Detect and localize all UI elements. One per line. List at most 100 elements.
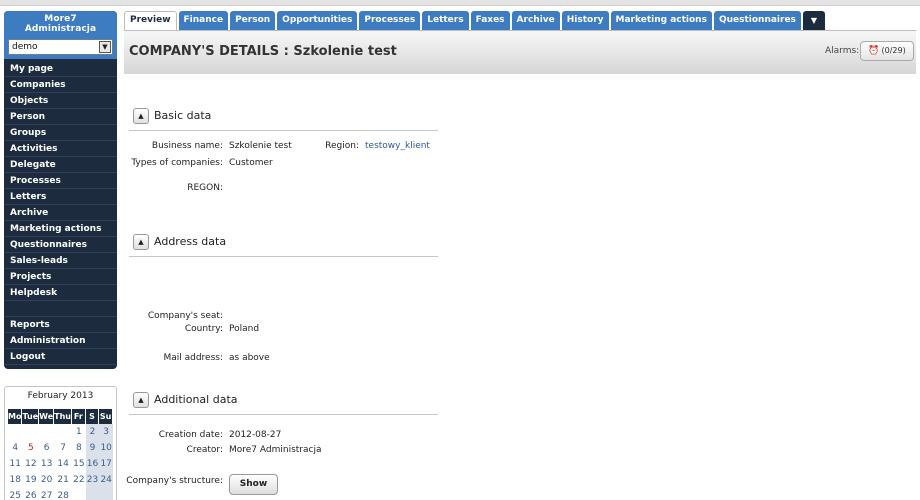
creator-label: Creator: — [186, 445, 223, 455]
alarms-button[interactable]: ⏰ (0/29) — [860, 41, 914, 61]
creator-value: More7 Administracja — [229, 445, 322, 455]
calendar-weekday: Tue — [22, 409, 40, 424]
sidebar-item-administration[interactable]: Administration — [4, 333, 117, 349]
calendar-day[interactable]: 22 — [72, 472, 86, 488]
sidebar-item-reports[interactable]: Reports — [4, 317, 117, 333]
types-of-companies-value: Customer — [229, 158, 273, 168]
calendar-grid: Mo Tue We Thu Fr S Su 1 2 3 4 5 6 7 8 9 … — [8, 409, 113, 500]
additional-data-title: Additional data — [154, 393, 238, 406]
calendar-day[interactable]: 7 — [54, 440, 72, 456]
tab-bar: Preview Finance Person Opportunities Pro… — [124, 11, 827, 31]
calendar-weekday: Su — [99, 409, 113, 424]
region-label: Region: — [325, 141, 359, 151]
tab-faxes[interactable]: Faxes — [470, 11, 510, 30]
address-data-title: Address data — [154, 235, 227, 248]
calendar-day[interactable]: 27 — [39, 488, 54, 500]
calendar-weekday: S — [85, 409, 100, 424]
calendar: February 2013 Mo Tue We Thu Fr S Su 1 2 … — [4, 386, 117, 500]
sidebar-title: More7 Administracja — [24, 14, 97, 34]
mail-address-value: as above — [229, 353, 270, 363]
alarms-count: (0/29) — [881, 46, 906, 55]
calendar-day — [39, 424, 54, 440]
region-link[interactable]: testowy_klient — [365, 141, 430, 151]
calendar-day[interactable]: 1 — [72, 424, 86, 440]
calendar-day[interactable]: 2 — [85, 424, 100, 440]
sidebar-item-delegate[interactable]: Delegate — [4, 157, 117, 173]
calendar-day[interactable]: 28 — [54, 488, 72, 500]
calendar-day[interactable]: 11 — [8, 456, 22, 472]
basic-data-title: Basic data — [154, 109, 212, 122]
sidebar-spacer — [4, 301, 117, 317]
calendar-day[interactable]: 26 — [22, 488, 39, 500]
tab-archive[interactable]: Archive — [511, 11, 560, 30]
tab-processes[interactable]: Processes — [359, 11, 421, 30]
sidebar-item-companies[interactable]: Companies — [4, 77, 117, 93]
calendar-day[interactable]: 15 — [72, 456, 86, 472]
sidebar-item-my-page[interactable]: My page — [4, 61, 117, 77]
calendar-day[interactable]: 25 — [8, 488, 22, 500]
calendar-day — [72, 488, 86, 500]
calendar-day[interactable]: 16 — [85, 456, 100, 472]
sidebar-item-groups[interactable]: Groups — [4, 125, 117, 141]
calendar-month-title: February 2013 — [27, 391, 94, 401]
top-strip — [0, 0, 920, 6]
calendar-day — [99, 488, 113, 500]
regon-label: REGON: — [187, 183, 223, 193]
sidebar-item-processes[interactable]: Processes — [4, 173, 117, 189]
calendar-day[interactable]: 21 — [54, 472, 72, 488]
calendar-day — [54, 424, 72, 440]
company-seat-label: Company's seat: — [147, 311, 223, 321]
sidebar: More7 Administracja demo ▼ My page Compa… — [4, 11, 117, 369]
tab-preview[interactable]: Preview — [124, 11, 177, 31]
alarm-clock-icon: ⏰ — [868, 46, 880, 56]
collapse-triangle-icon[interactable]: ▲ — [133, 234, 149, 250]
sidebar-item-objects[interactable]: Objects — [4, 93, 117, 109]
calendar-day[interactable]: 20 — [39, 472, 54, 488]
basic-data-section-header: ▲ Basic data — [129, 105, 438, 131]
calendar-day[interactable]: 13 — [39, 456, 54, 472]
tab-finance[interactable]: Finance — [178, 11, 229, 30]
sidebar-item-letters[interactable]: Letters — [4, 189, 117, 205]
tab-questionnaires[interactable]: Questionnaires — [713, 11, 801, 30]
sidebar-item-activities[interactable]: Activities — [4, 141, 117, 157]
calendar-day-today[interactable]: 5 — [22, 440, 39, 456]
tab-opportunities[interactable]: Opportunities — [277, 11, 358, 30]
sidebar-item-marketing-actions[interactable]: Marketing actions — [4, 221, 117, 237]
business-name-value: Szkolenie test — [229, 141, 292, 151]
calendar-day[interactable]: 4 — [8, 440, 22, 456]
calendar-day[interactable]: 12 — [22, 456, 39, 472]
sidebar-item-logout[interactable]: Logout — [4, 349, 117, 365]
sidebar-item-projects[interactable]: Projects — [4, 269, 117, 285]
calendar-weekday: We — [39, 409, 55, 424]
calendar-day[interactable]: 24 — [99, 472, 113, 488]
calendar-day[interactable]: 9 — [85, 440, 100, 456]
sidebar-item-archive[interactable]: Archive — [4, 205, 117, 221]
creation-date-label: Creation date: — [158, 430, 223, 440]
tabs-more-dropdown-icon[interactable]: ▼ — [802, 11, 826, 30]
calendar-day — [22, 424, 39, 440]
calendar-day[interactable]: 23 — [85, 472, 100, 488]
tab-marketing-actions[interactable]: Marketing actions — [610, 11, 712, 30]
calendar-day[interactable]: 17 — [99, 456, 113, 472]
collapse-triangle-icon[interactable]: ▲ — [133, 108, 149, 124]
calendar-day[interactable]: 8 — [72, 440, 86, 456]
chevron-down-icon[interactable]: ▼ — [99, 41, 111, 53]
calendar-day[interactable]: 19 — [22, 472, 39, 488]
tab-history[interactable]: History — [561, 11, 609, 30]
calendar-day[interactable]: 3 — [99, 424, 113, 440]
country-label: Country: — [184, 324, 223, 334]
calendar-day[interactable]: 14 — [54, 456, 72, 472]
calendar-day[interactable]: 10 — [99, 440, 113, 456]
collapse-triangle-icon[interactable]: ▲ — [133, 392, 149, 408]
profile-select[interactable]: demo ▼ — [8, 39, 113, 55]
sidebar-item-helpdesk[interactable]: Helpdesk — [4, 285, 117, 301]
tab-person[interactable]: Person — [230, 11, 276, 30]
sidebar-item-sales-leads[interactable]: Sales-leads — [4, 253, 117, 269]
show-structure-button[interactable]: Show — [229, 474, 278, 495]
calendar-day[interactable]: 6 — [39, 440, 54, 456]
sidebar-item-questionnaires[interactable]: Questionnaires — [4, 237, 117, 253]
profile-select-value: demo — [12, 42, 38, 52]
calendar-day[interactable]: 18 — [8, 472, 22, 488]
tab-letters[interactable]: Letters — [422, 11, 469, 30]
sidebar-item-person[interactable]: Person — [4, 109, 117, 125]
